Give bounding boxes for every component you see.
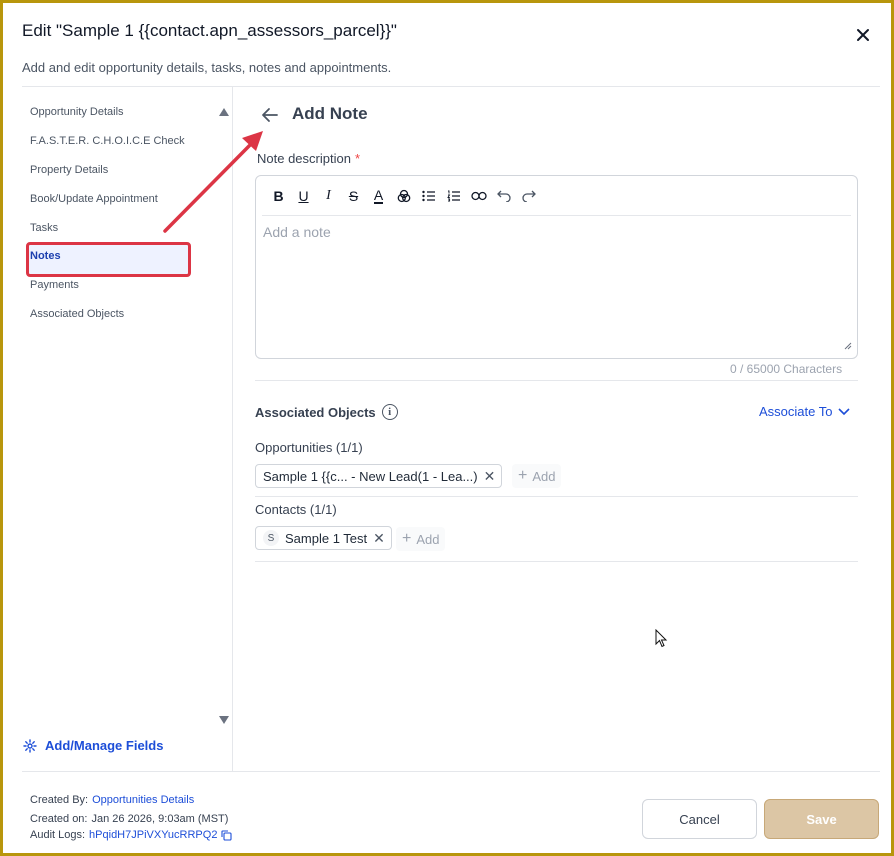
created-on-value: Jan 26 2026, 9:03am (MST) [91, 813, 229, 825]
numbered-list-button[interactable] [441, 186, 466, 206]
opportunity-chip: Sample 1 {{c... - New Lead(1 - Lea...) ✕ [255, 464, 503, 488]
chevron-down-icon [838, 407, 851, 415]
highlight-button[interactable] [391, 186, 416, 206]
save-button[interactable]: Save [764, 799, 879, 839]
created-on: Created on: Jan 26 2026, 9:03am (MST) [30, 813, 228, 825]
sidebar-item-associated-objects[interactable]: Associated Objects [30, 308, 124, 320]
back-button[interactable] [259, 105, 281, 125]
undo-button[interactable] [491, 186, 516, 206]
dialog-title: Edit "Sample 1 {{contact.apn_assessors_p… [22, 21, 397, 40]
sidebar-item-payments[interactable]: Payments [30, 279, 79, 291]
add-contact-button[interactable]: + Add [396, 527, 446, 551]
underline-button[interactable]: U [291, 186, 316, 206]
created-by: Created By: Opportunities Details [30, 794, 194, 806]
add-contact-label: Add [416, 531, 440, 547]
arrow-left-icon [262, 108, 278, 122]
avatar: S [263, 530, 279, 546]
opportunity-chip-label: Sample 1 {{c... - New Lead(1 - Lea...) [263, 468, 478, 484]
bold-icon: B [273, 188, 284, 204]
opportunities-label: Opportunities (1/1) [255, 440, 363, 455]
sidebar-item-opportunity-details[interactable]: Opportunity Details [30, 106, 124, 118]
associated-objects-label: Associated Objects [255, 404, 376, 420]
underline-icon: U [298, 188, 309, 204]
contact-chip-label: Sample 1 Test [285, 530, 368, 546]
sidebar-item-property-details[interactable]: Property Details [30, 164, 108, 176]
associate-to-label: Associate To [759, 404, 833, 419]
link-button[interactable] [466, 186, 491, 206]
sidebar-divider [232, 87, 233, 771]
gear-icon [23, 738, 37, 753]
footer-divider [22, 771, 880, 772]
plus-icon: + [402, 530, 412, 547]
note-textarea[interactable]: Add a note [263, 224, 331, 240]
text-color-button[interactable]: A [366, 186, 391, 206]
remove-opportunity-icon[interactable]: ✕ [484, 468, 496, 485]
sidebar-item-faster-choice-check[interactable]: F.A.S.T.E.R. C.H.O.I.C.E Check [30, 135, 185, 147]
sidebar-item-book-update-appointment[interactable]: Book/Update Appointment [30, 193, 158, 205]
annotation-highlight-box [26, 242, 191, 277]
undo-icon [496, 190, 511, 202]
contacts-label: Contacts (1/1) [255, 502, 337, 517]
mouse-cursor-icon [655, 629, 668, 648]
redo-icon [521, 190, 536, 202]
redo-button[interactable] [516, 186, 541, 206]
section-divider [255, 561, 858, 562]
info-icon[interactable]: i [381, 404, 398, 420]
associated-objects-heading: Associated Objects i [255, 404, 398, 420]
created-by-link[interactable]: Opportunities Details [92, 794, 194, 806]
plus-icon: + [518, 467, 528, 484]
italic-button[interactable]: I [316, 186, 341, 206]
sidebar-scroll-up[interactable] [219, 103, 229, 116]
bullet-list-button[interactable] [416, 186, 441, 206]
sidebar-item-tasks[interactable]: Tasks [30, 222, 58, 234]
link-icon [470, 191, 487, 201]
sidebar-scroll-down[interactable] [219, 711, 229, 724]
section-divider [255, 380, 858, 381]
italic-icon: I [326, 188, 331, 203]
required-mark: * [354, 151, 361, 166]
section-divider [255, 496, 858, 497]
add-manage-fields-link[interactable]: Add/Manage Fields [23, 738, 163, 753]
remove-contact-icon[interactable]: ✕ [373, 530, 385, 547]
note-description-text: Note description [257, 151, 351, 166]
triangle-down-icon [219, 716, 229, 724]
header-divider [22, 86, 880, 87]
add-manage-fields-label: Add/Manage Fields [45, 738, 164, 753]
close-button[interactable] [852, 24, 874, 46]
window-frame [0, 0, 894, 856]
bullet-list-icon [421, 190, 435, 202]
bold-button[interactable]: B [266, 186, 291, 206]
cancel-button[interactable]: Cancel [642, 799, 757, 839]
character-count: 0 / 65000 Characters [730, 362, 843, 376]
add-opportunity-button[interactable]: + Add [512, 464, 562, 488]
note-description-label: Note description * [257, 151, 360, 166]
highlight-icon [397, 189, 410, 203]
add-opportunity-label: Add [532, 468, 556, 484]
created-on-label: Created on: [30, 813, 88, 825]
toolbar-divider [262, 215, 851, 216]
created-by-label: Created By: [30, 794, 89, 806]
copy-icon[interactable] [221, 829, 233, 841]
strikethrough-icon: S [348, 188, 359, 204]
resize-handle-icon[interactable] [844, 342, 852, 350]
audit-logs-label: Audit Logs: [30, 829, 86, 841]
audit-logs-link[interactable]: hPqidH7JPiVXYucRRPQ2 [89, 829, 217, 841]
audit-logs: Audit Logs: hPqidH7JPiVXYucRRPQ2 [30, 829, 233, 841]
note-editor[interactable]: B U I S A Add a note [255, 175, 858, 359]
triangle-up-icon [219, 108, 229, 116]
associate-to-dropdown[interactable]: Associate To [759, 404, 851, 419]
numbered-list-icon [446, 190, 460, 202]
dialog-subtitle: Add and edit opportunity details, tasks,… [22, 60, 392, 75]
strikethrough-button[interactable]: S [341, 186, 366, 206]
editor-toolbar: B U I S A [266, 186, 541, 206]
text-color-icon: A [373, 187, 384, 204]
close-icon [857, 29, 869, 41]
panel-title: Add Note [292, 104, 368, 123]
contact-chip: S Sample 1 Test ✕ [255, 526, 392, 550]
